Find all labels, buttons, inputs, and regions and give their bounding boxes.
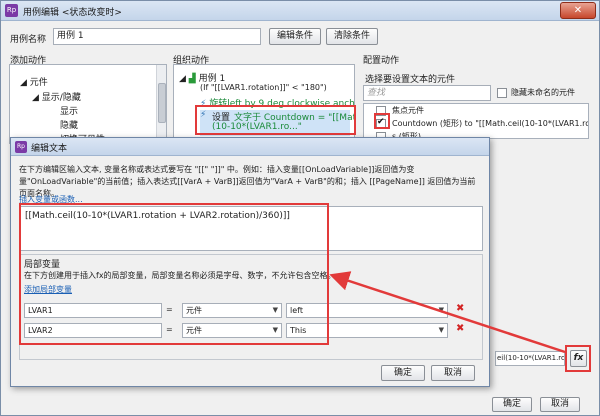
case-name-label: 用例名称 (10, 35, 47, 45)
add-actions-tree: ◢ 元件 ◢ 显示/隐藏 显示 隐藏 切换可见性 (9, 64, 167, 144)
dropdown-caret-icon: ▼ (438, 306, 444, 314)
dialog-ok-button[interactable]: 确定 (381, 365, 425, 381)
dialog-cancel-button[interactable]: 取消 (431, 365, 475, 381)
config-actions-header: 配置动作 (363, 56, 400, 66)
collapse-triangle-icon: ◢ (179, 74, 186, 84)
dialog-title-bar: Rp 编辑文本 (11, 138, 489, 156)
select-widget-subheader: 选择要设置文本的元件 (365, 75, 456, 85)
checkbox-highlight-box (374, 113, 390, 129)
edit-condition-button[interactable]: 编辑条件 (269, 28, 321, 45)
tree-item-hide[interactable]: 隐藏 (60, 118, 78, 131)
scrollbar-thumb[interactable] (158, 83, 166, 123)
app-logo-icon: Rp (5, 4, 18, 17)
action-highlight-box (195, 105, 356, 135)
window-cancel-button[interactable]: 取消 (540, 397, 580, 412)
case-name-input[interactable]: 用例 1 (53, 28, 261, 45)
clear-condition-button[interactable]: 清除条件 (326, 28, 378, 45)
tree-item-widget[interactable]: ◢ 元件 (20, 75, 48, 88)
case-condition: (If "[[LVAR1.rotation]]" < "180") (200, 83, 327, 92)
add-actions-scrollbar[interactable] (156, 65, 166, 143)
hide-unnamed-label: 隐藏未命名的元件 (511, 88, 575, 97)
editor-highlight-box (19, 203, 329, 345)
window-title-bar: Rp 用例编辑 <状态改变时> ✕ (1, 1, 599, 21)
dropdown-caret-icon: ▼ (438, 326, 444, 334)
window-title: 用例编辑 <状态改变时> (23, 8, 122, 18)
window-close-button[interactable]: ✕ (560, 2, 596, 19)
widget-item-countdown[interactable]: Countdown (矩形) to "[[Math.ceil(10-10*(LV… (392, 118, 588, 129)
tree-item-show[interactable]: 显示 (60, 104, 78, 117)
hide-unnamed-checkbox[interactable] (497, 88, 507, 98)
collapse-triangle-icon: ◢ (32, 93, 39, 103)
set-text-value-input[interactable]: eil(10-10*(LVAR1.rota (495, 351, 565, 366)
fx-highlight-box (565, 345, 591, 372)
delete-row-icon[interactable]: ✖ (456, 303, 464, 314)
dialog-title: 编辑文本 (31, 144, 68, 154)
app-logo-icon: Rp (15, 141, 27, 153)
case-icon: ▟ (188, 74, 196, 84)
widget-list: 焦点元件 Countdown (矩形) to "[[Math.ceil(10-1… (363, 103, 589, 139)
window-ok-button[interactable]: 确定 (492, 397, 532, 412)
dialog-description: 在下方编辑区输入文本, 变量名称或表达式要写在 "[[" "]]" 中。例如：插… (19, 165, 476, 198)
tree-item-show-hide[interactable]: ◢ 显示/隐藏 (32, 90, 81, 103)
delete-row-icon[interactable]: ✖ (456, 323, 464, 334)
widget-item-focus[interactable]: 焦点元件 (392, 105, 424, 116)
collapse-triangle-icon: ◢ (20, 78, 27, 88)
widget-search-input[interactable]: 查找 (363, 85, 491, 101)
